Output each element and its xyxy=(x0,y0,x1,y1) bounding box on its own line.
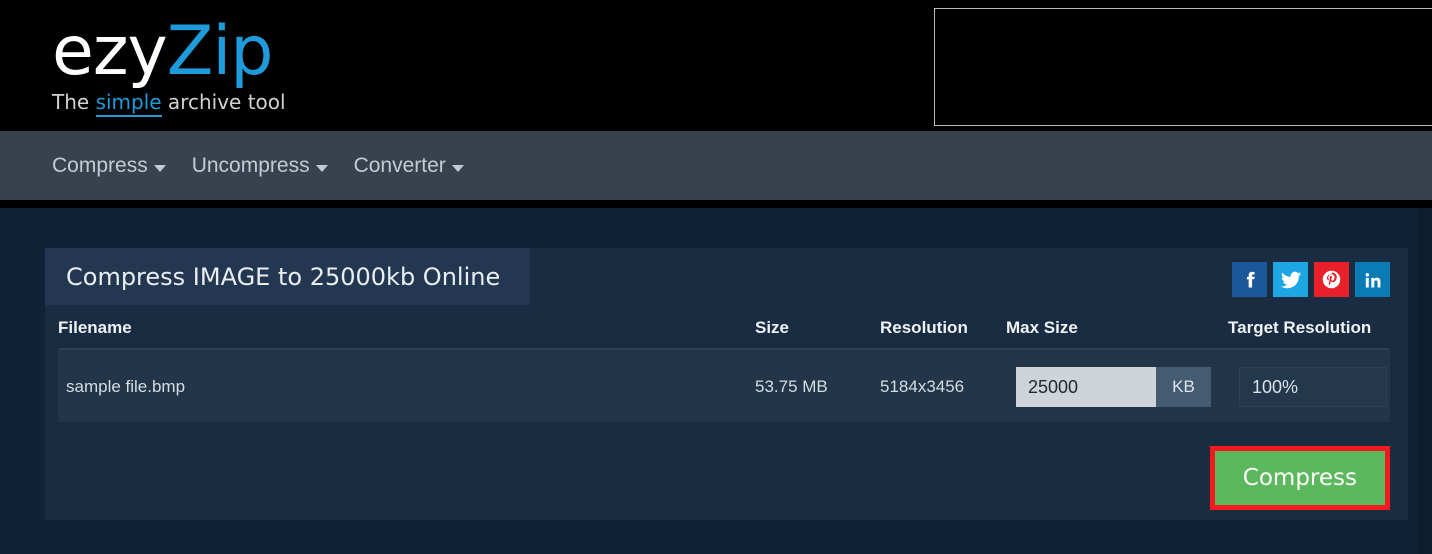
column-header-size: Size xyxy=(755,318,790,337)
logo-wordmark: ezyZip xyxy=(52,16,472,88)
nav-item-compress[interactable]: Compress xyxy=(52,154,166,178)
compress-button[interactable]: Compress xyxy=(1214,451,1385,505)
page-title: Compress IMAGE to 25000kb Online xyxy=(66,262,501,291)
nav-item-label: Converter xyxy=(353,153,446,177)
max-size-unit-label: KB xyxy=(1156,367,1211,407)
column-header-target-resolution: Target Resolution xyxy=(1228,318,1372,337)
nav-item-converter[interactable]: Converter xyxy=(354,154,464,178)
cell-size: 53.75 MB xyxy=(755,377,828,396)
nav-item-uncompress[interactable]: Uncompress xyxy=(192,154,328,178)
nav-item-label: Uncompress xyxy=(191,153,310,177)
column-header-filename: Filename xyxy=(58,318,132,337)
chevron-down-icon xyxy=(315,165,328,172)
target-resolution-value: 100% xyxy=(1252,376,1299,397)
linkedin-icon xyxy=(1363,270,1383,290)
max-size-field-group: KB xyxy=(1016,367,1211,407)
page-scrollbar[interactable] xyxy=(1417,208,1432,554)
page-root: ezyZip The simple archive tool Compress … xyxy=(0,0,1432,554)
card-actions: Compress xyxy=(58,438,1390,510)
tagline-highlight-link[interactable]: simple xyxy=(95,90,162,117)
chevron-down-icon xyxy=(451,165,464,172)
site-logo[interactable]: ezyZip The simple archive tool xyxy=(52,16,472,117)
file-table: Filename Size Resolution Max Size Target… xyxy=(58,310,1390,422)
cell-filename: sample file.bmp xyxy=(66,377,186,396)
nav-divider xyxy=(0,200,1432,208)
share-twitter-button[interactable] xyxy=(1273,262,1308,297)
cell-resolution: 5184x3456 xyxy=(880,377,965,396)
pinterest-icon xyxy=(1321,269,1342,290)
column-header-resolution: Resolution xyxy=(880,318,968,337)
table-row: sample file.bmp 53.75 MB 5184x3456 KB 10… xyxy=(58,350,1390,422)
main-navigation: Compress Uncompress Converter xyxy=(0,131,1432,200)
chevron-down-icon xyxy=(153,165,166,172)
logo-tagline: The simple archive tool xyxy=(52,90,472,117)
target-resolution-select[interactable]: 100% xyxy=(1239,367,1387,407)
tagline-before: The xyxy=(52,90,96,114)
share-pinterest-button[interactable] xyxy=(1314,262,1349,297)
site-header: ezyZip The simple archive tool xyxy=(0,0,1432,131)
facebook-icon xyxy=(1240,270,1260,290)
nav-item-label: Compress xyxy=(52,153,148,177)
nav-item-list: Compress Uncompress Converter xyxy=(0,154,464,178)
twitter-icon xyxy=(1280,269,1302,291)
compress-button-highlight: Compress xyxy=(1209,446,1390,510)
social-share-buttons xyxy=(1232,262,1390,297)
share-facebook-button[interactable] xyxy=(1232,262,1267,297)
column-header-max-size: Max Size xyxy=(1006,318,1078,337)
share-linkedin-button[interactable] xyxy=(1355,262,1390,297)
logo-text-ezy: ezy xyxy=(52,12,168,91)
card-title-tab: Compress IMAGE to 25000kb Online xyxy=(45,248,530,305)
logo-text-zip: Zip xyxy=(166,12,274,91)
table-header-row: Filename Size Resolution Max Size Target… xyxy=(58,310,1390,350)
compress-card: Compress IMAGE to 25000kb Online Filenam… xyxy=(45,248,1408,520)
advertisement-slot xyxy=(934,8,1432,126)
max-size-input[interactable] xyxy=(1016,367,1156,407)
tagline-after: archive tool xyxy=(161,90,286,114)
